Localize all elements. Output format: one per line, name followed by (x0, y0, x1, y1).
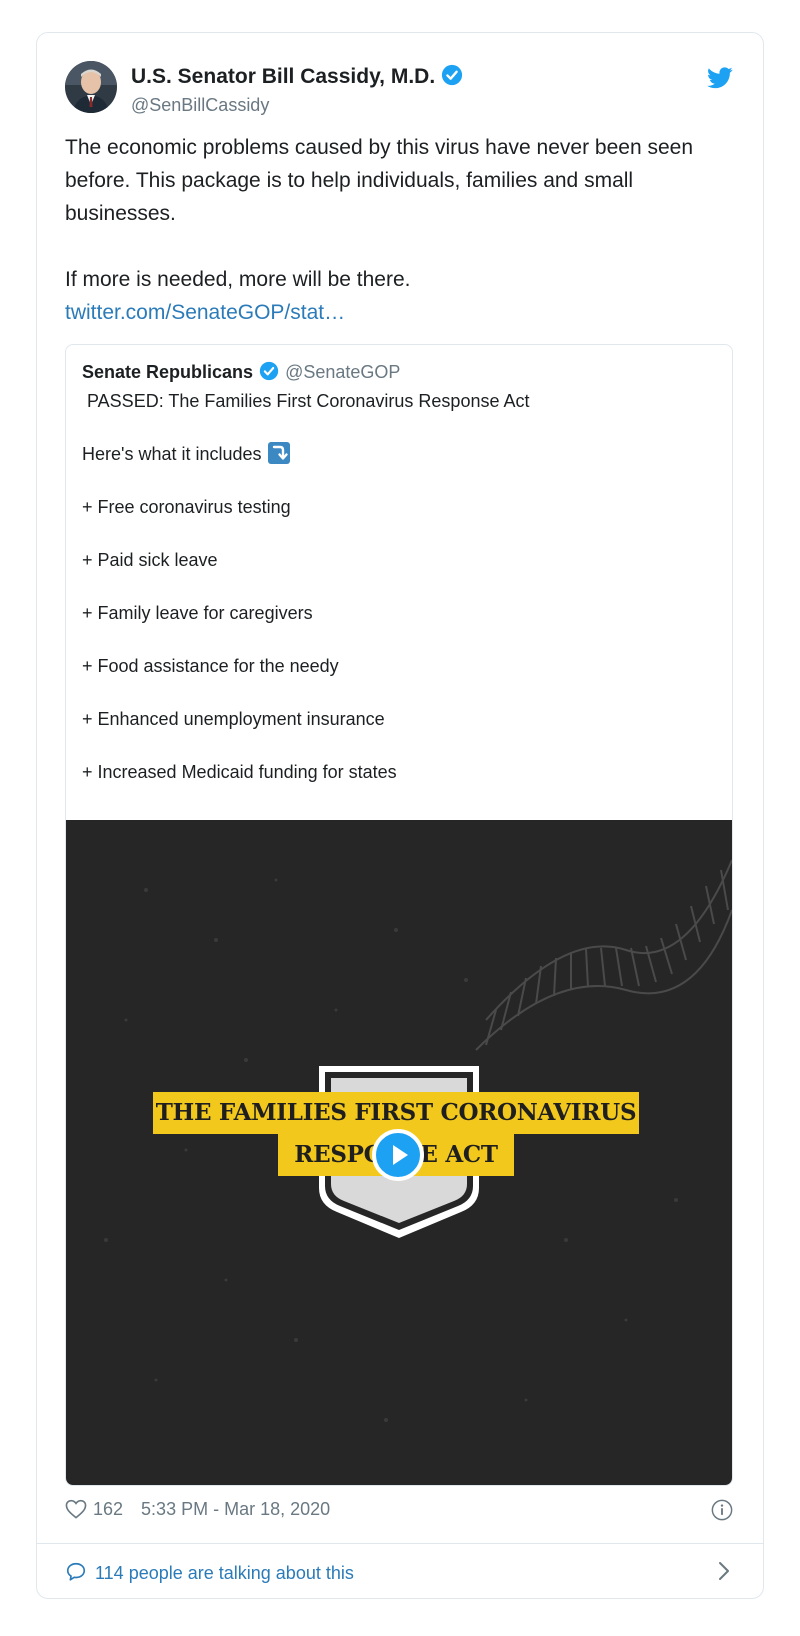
tweet-paragraph-2: If more is needed, more will be there. (65, 268, 411, 291)
verified-badge-icon (259, 361, 279, 386)
verified-badge-icon (441, 64, 463, 92)
conversation-link[interactable]: 114 people are talking about this (65, 1561, 354, 1588)
video-player[interactable]: THE FAMILIES FIRST CORONAVIRUS RESPONSE … (66, 820, 732, 1485)
author-name-row[interactable]: U.S. Senator Bill Cassidy, M.D. (131, 64, 463, 92)
divider (37, 1543, 763, 1544)
play-button[interactable] (372, 1129, 424, 1181)
quoted-line-text: Here's what it includes (82, 444, 262, 464)
right-arrow-curving-down-icon (267, 442, 290, 464)
conversation-count[interactable]: 114 people are talking about this (95, 1563, 354, 1583)
quoted-line: + Paid sick leave (82, 550, 218, 570)
quoted-line: + Free coronavirus testing (82, 497, 291, 517)
quoted-line: + Increased Medicaid funding for states (82, 762, 397, 782)
tweet-text: The economic problems caused by this vir… (65, 131, 725, 329)
tweet-embed-card: U.S. Senator Bill Cassidy, M.D. @SenBill… (36, 32, 764, 1599)
quoted-line-includes: Here's what it includes (82, 441, 712, 467)
video-title-line-1: THE FAMILIES FIRST CORONAVIRUS (153, 1092, 639, 1134)
info-icon[interactable] (711, 1499, 733, 1526)
speech-bubble-icon (65, 1561, 87, 1588)
quoted-tweet[interactable]: Senate Republicans @SenateGOP PASSED: The… (65, 344, 733, 1486)
quoted-line: PASSED: The Families First Coronavirus R… (87, 391, 530, 411)
timestamp[interactable]: 5:33 PM - Mar 18, 2020 (141, 1499, 330, 1519)
chevron-right-icon[interactable] (717, 1560, 731, 1587)
quoted-line: + Food assistance for the needy (82, 656, 339, 676)
quoted-line: + Family leave for caregivers (82, 603, 313, 623)
play-icon (393, 1145, 408, 1165)
heart-icon[interactable] (65, 1499, 87, 1524)
like-count[interactable]: 162 (93, 1499, 123, 1519)
avatar[interactable] (65, 61, 117, 113)
tweet-footer: 162 5:33 PM - Mar 18, 2020 (65, 1499, 330, 1524)
quoted-line: + Enhanced unemployment insurance (82, 709, 385, 729)
author-handle[interactable]: @SenBillCassidy (131, 95, 269, 116)
quoted-tweet-link[interactable]: twitter.com/SenateGOP/stat… (65, 301, 345, 324)
quoted-author-name: Senate Republicans (82, 362, 254, 382)
tweet-paragraph-1: The economic problems caused by this vir… (65, 136, 694, 225)
quoted-tweet-body: PASSED: The Families First Coronavirus R… (82, 388, 712, 812)
quoted-author-row: Senate Republicans @SenateGOP (82, 361, 400, 386)
twitter-bird-icon[interactable] (707, 67, 733, 94)
author-name[interactable]: U.S. Senator Bill Cassidy, M.D. (131, 65, 435, 88)
quoted-author-handle: @SenateGOP (285, 362, 401, 382)
